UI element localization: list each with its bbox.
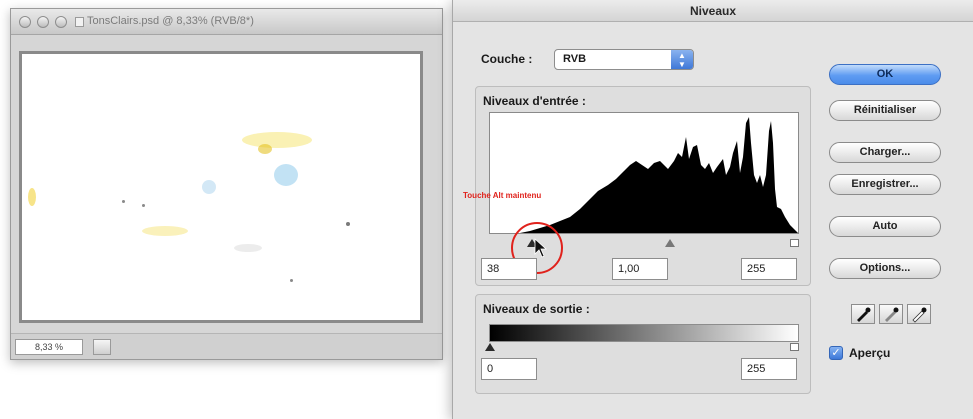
minimize-window-icon[interactable]: [37, 16, 49, 28]
close-window-icon[interactable]: [19, 16, 31, 28]
input-white-field[interactable]: 255: [741, 258, 797, 280]
image-spot: [28, 188, 36, 206]
image-spot: [242, 132, 312, 148]
document-proxy-icon: [75, 17, 84, 27]
input-black-field[interactable]: 38: [481, 258, 537, 280]
image-spot: [274, 164, 298, 186]
cursor-icon: [534, 238, 547, 258]
histogram-graph: [490, 117, 798, 233]
document-window: TonsClairs.psd @ 8,33% (RVB/8*) 8,33 %: [10, 8, 443, 360]
output-levels-label: Niveaux de sortie :: [483, 302, 590, 316]
dialog-title: Niveaux: [453, 0, 973, 22]
reset-button[interactable]: Réinitialiser: [829, 100, 941, 121]
load-button[interactable]: Charger...: [829, 142, 941, 163]
levels-dialog: Niveaux Couche : RVB ▲ ▼ Niveaux d'entrée…: [452, 0, 973, 419]
image-spot: [346, 222, 350, 226]
image-spot: [202, 180, 216, 194]
image-spot: [258, 144, 272, 154]
image-canvas[interactable]: [19, 51, 423, 323]
auto-button[interactable]: Auto: [829, 216, 941, 237]
input-gamma-field[interactable]: 1,00: [612, 258, 668, 280]
annotation-text: Touche Alt maintenu: [463, 191, 542, 200]
image-spot: [142, 226, 188, 236]
image-spot: [122, 200, 125, 203]
output-black-field[interactable]: 0: [481, 358, 537, 380]
ok-button[interactable]: OK: [829, 64, 941, 85]
document-status-bar: 8,33 %: [11, 333, 442, 359]
image-spot: [290, 279, 293, 282]
black-eyedropper-icon[interactable]: [851, 304, 875, 324]
output-white-handle[interactable]: [790, 343, 799, 351]
zoom-window-icon[interactable]: [55, 16, 67, 28]
preview-label: Aperçu: [849, 346, 891, 360]
gamma-handle[interactable]: [665, 239, 675, 247]
output-gradient-bar: [489, 324, 799, 342]
channel-select[interactable]: RVB ▲ ▼: [554, 49, 694, 70]
channel-label: Couche :: [481, 52, 533, 66]
output-white-field[interactable]: 255: [741, 358, 797, 380]
channel-select-value: RVB: [563, 53, 587, 65]
white-eyedropper-icon[interactable]: [907, 304, 931, 324]
chevron-updown-icon: ▲ ▼: [671, 50, 693, 69]
image-spot: [142, 204, 145, 207]
options-button[interactable]: Options...: [829, 258, 941, 279]
preview-checkbox[interactable]: ✓: [829, 346, 843, 360]
zoom-level-field[interactable]: 8,33 %: [15, 339, 83, 355]
image-spot: [234, 244, 262, 252]
input-levels-label: Niveaux d'entrée :: [483, 94, 586, 108]
document-titlebar[interactable]: TonsClairs.psd @ 8,33% (RVB/8*): [11, 9, 442, 35]
output-black-handle[interactable]: [485, 343, 495, 351]
status-menu-button[interactable]: [93, 339, 111, 355]
document-title: TonsClairs.psd @ 8,33% (RVB/8*): [87, 15, 254, 27]
save-button[interactable]: Enregistrer...: [829, 174, 941, 195]
white-point-handle[interactable]: [790, 239, 799, 247]
gray-eyedropper-icon[interactable]: [879, 304, 903, 324]
histogram: [489, 112, 799, 234]
